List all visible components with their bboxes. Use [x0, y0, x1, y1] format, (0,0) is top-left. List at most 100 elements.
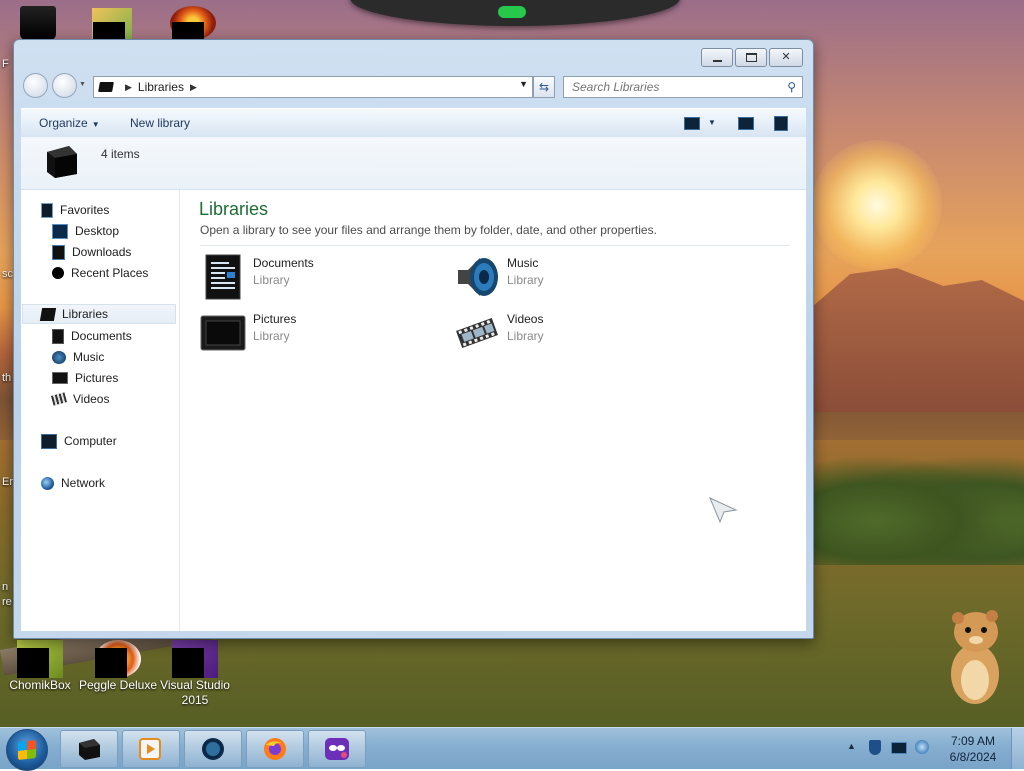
search-icon[interactable]: ⚲ [787, 80, 796, 94]
new-library-button[interactable]: New library [130, 116, 190, 130]
gadget-light [498, 6, 526, 18]
taskbar-explorer[interactable] [60, 730, 118, 768]
desktop-icon-recycle-bin[interactable] [20, 6, 56, 40]
breadcrumb-separator-icon[interactable]: ▶ [190, 82, 197, 93]
nav-recent-places[interactable]: Recent Places [52, 263, 148, 283]
edge-label: F [2, 58, 9, 70]
desktop-icon-label: Visual Studio 2015 [160, 678, 230, 707]
organize-button[interactable]: Organize ▼ [39, 116, 100, 130]
explorer-icon [79, 739, 100, 760]
desktop-icon-label: ChomikBox [9, 678, 71, 692]
taskbar-firefox[interactable] [246, 730, 304, 768]
videos-icon [456, 318, 498, 348]
nav-documents[interactable]: Documents [52, 326, 132, 346]
recent-places-icon [52, 267, 64, 279]
minimize-button[interactable] [701, 48, 733, 67]
maximize-button[interactable] [735, 48, 767, 67]
refresh-icon: ⇆ [538, 80, 550, 94]
library-music[interactable]: Music Library [454, 254, 694, 302]
mask-app-icon [325, 738, 349, 760]
nav-music[interactable]: Music [52, 347, 104, 367]
monitor-icon[interactable] [891, 742, 907, 754]
nav-label: Videos [73, 392, 110, 406]
nav-label: Documents [71, 329, 132, 343]
explorer-window[interactable]: ✕ ▼ ▶ Libraries ▶ ▼ ⇆ ⚲ Organize▼ New li… [13, 39, 814, 639]
item-count: 4 items [101, 147, 140, 161]
breadcrumb-separator-icon[interactable]: ▶ [125, 82, 132, 93]
search-box[interactable]: ⚲ [563, 76, 803, 98]
taskbar-mask-app[interactable] [308, 730, 366, 768]
nav-favorites[interactable]: Favorites [41, 200, 109, 220]
nav-videos[interactable]: Videos [50, 389, 110, 409]
library-name: Pictures [253, 312, 297, 326]
start-button[interactable] [6, 729, 48, 771]
view-dropdown-icon[interactable]: ▼ [708, 118, 716, 127]
videos-icon [50, 392, 68, 406]
library-pictures[interactable]: Pictures Library [200, 310, 440, 358]
library-name: Documents [253, 256, 314, 270]
globe-icon [202, 738, 224, 760]
page-title: Libraries [199, 199, 269, 219]
address-dropdown-icon[interactable]: ▼ [519, 79, 528, 89]
libraries-icon [39, 307, 57, 321]
nav-label: Computer [64, 434, 117, 448]
system-tray: ▲ 7:09 AM 6/8/2024 [843, 728, 1024, 769]
edge-label: Er [2, 476, 13, 488]
clock[interactable]: 7:09 AM 6/8/2024 [943, 733, 1003, 765]
breadcrumb-libraries[interactable]: Libraries [138, 80, 184, 94]
edge-label: th [2, 372, 12, 384]
music-icon [52, 350, 66, 364]
library-videos[interactable]: Videos Library [454, 310, 694, 358]
close-button[interactable]: ✕ [769, 48, 803, 67]
show-hidden-icons-button[interactable]: ▲ [847, 741, 856, 751]
nav-computer[interactable]: Computer [41, 431, 117, 451]
nav-desktop[interactable]: Desktop [52, 221, 119, 241]
desktop-icon-label: Peggle Deluxe [78, 678, 158, 692]
nav-downloads[interactable]: Downloads [52, 242, 131, 262]
network-icon[interactable] [915, 740, 929, 754]
hamster-gadget[interactable] [946, 604, 1004, 708]
bushes-wallpaper-detail [812, 455, 1024, 565]
libraries-large-icon [47, 146, 77, 178]
pictures-icon [52, 372, 68, 384]
change-view-icon[interactable] [684, 117, 700, 130]
taskbar-globe-app[interactable] [184, 730, 242, 768]
recent-pages-dropdown[interactable]: ▼ [79, 81, 86, 88]
desktop-icon-visual-studio[interactable]: Visual Studio 2015 [158, 640, 232, 708]
sun-wallpaper-detail [812, 140, 942, 270]
firefox-icon [264, 738, 286, 760]
desktop-icon-top-2[interactable] [92, 8, 132, 40]
media-player-icon [139, 738, 161, 760]
star-icon [41, 202, 53, 218]
downloads-icon [52, 244, 65, 260]
nav-label: Recent Places [71, 266, 149, 280]
search-input[interactable] [570, 79, 784, 95]
edge-label: sc [2, 268, 13, 280]
refresh-button[interactable]: ⇆ [533, 76, 555, 98]
navigation-pane: Favorites Desktop Downloads Recent Place… [21, 190, 180, 631]
desktop-icon-peggle[interactable]: Peggle Deluxe [78, 640, 158, 692]
caption-buttons: ✕ [701, 48, 803, 67]
nav-libraries[interactable]: Libraries [22, 304, 176, 324]
address-bar[interactable]: ▶ Libraries ▶ ▼ [93, 76, 533, 98]
top-gadget[interactable] [350, 0, 680, 26]
taskbar-media-player[interactable] [122, 730, 180, 768]
nav-network[interactable]: Network [41, 473, 105, 493]
desktop-icon-chomikbox[interactable]: ChomikBox [4, 640, 76, 692]
preview-pane-icon[interactable] [738, 117, 754, 130]
library-name: Videos [507, 312, 544, 326]
show-desktop-button[interactable] [1011, 728, 1024, 769]
help-icon[interactable] [774, 116, 788, 131]
nav-label: Music [73, 350, 105, 364]
nav-label: Desktop [75, 224, 120, 238]
nav-pictures[interactable]: Pictures [52, 368, 118, 388]
forward-button[interactable] [52, 73, 77, 98]
desktop-icon-top-3[interactable] [170, 6, 216, 40]
nav-label: Libraries [62, 307, 109, 321]
back-button[interactable] [23, 73, 48, 98]
library-documents[interactable]: Documents Library [200, 254, 440, 302]
documents-icon [205, 254, 241, 300]
shield-icon[interactable] [869, 740, 881, 755]
libraries-small-icon [98, 82, 114, 92]
pictures-icon [200, 315, 246, 351]
